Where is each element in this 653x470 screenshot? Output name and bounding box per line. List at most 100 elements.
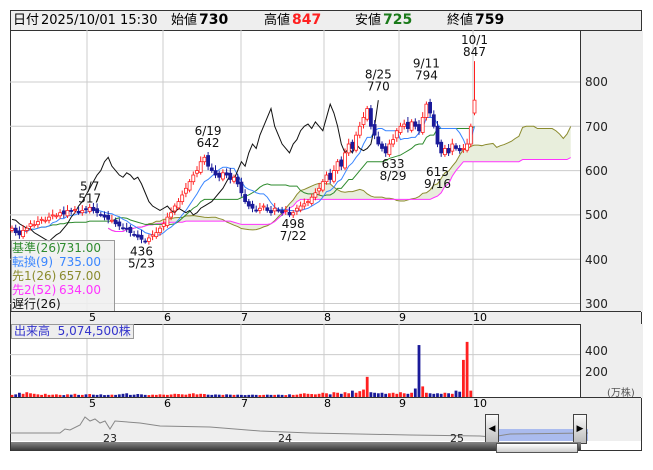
candle-body (202, 156, 207, 163)
volume-tick: 400 (585, 344, 608, 358)
candle-body (58, 212, 62, 217)
candle-body (391, 139, 396, 145)
candle-body (54, 215, 59, 218)
candle-body (287, 211, 292, 216)
candle-body (235, 176, 240, 185)
candle-body (87, 206, 92, 212)
navigator-left-handle[interactable]: ◀ (485, 414, 499, 444)
candle-body (424, 103, 429, 118)
candle-body (47, 216, 51, 221)
candle-body (121, 227, 125, 230)
candle-body (17, 230, 22, 236)
candle-body (91, 206, 96, 211)
candle-body (69, 210, 74, 212)
candle-body (450, 143, 455, 152)
legend-senkou2: 先2(52) 634.00 (12, 283, 101, 297)
candle-body (139, 234, 144, 240)
candle-body (187, 181, 192, 191)
candle-body (339, 159, 344, 167)
navigator-right-handle[interactable]: ▶ (573, 414, 587, 444)
candle-body (73, 209, 77, 211)
legend-kijun: 基準(26) 731.00 (12, 241, 101, 255)
candle-body (461, 148, 466, 150)
volume-bar (365, 376, 369, 397)
candle-body (232, 176, 236, 182)
candle-body (365, 108, 370, 120)
candle-body (269, 210, 273, 214)
candle-body (291, 212, 296, 216)
legend-tenkan: 転換(9) 735.00 (12, 255, 101, 269)
candle-body (306, 201, 310, 204)
candle-body (113, 219, 118, 225)
candle-body (398, 125, 403, 133)
price-tick: 500 (585, 208, 608, 222)
volume-bar (362, 389, 365, 397)
candle-body (102, 214, 107, 218)
candle-body (317, 187, 322, 192)
month-axis-main: 5 6 7 8 9 10 (11, 311, 641, 325)
candle-body (206, 155, 211, 167)
price-tick: 700 (585, 120, 608, 134)
candle-body (110, 219, 114, 222)
candle-body (228, 172, 233, 180)
candle-body (209, 167, 214, 172)
price-tick: 300 (585, 297, 608, 311)
candle-body (261, 205, 266, 208)
candle-body (309, 196, 314, 204)
candle-body (169, 212, 174, 218)
candle-body (180, 194, 185, 203)
candle-body (172, 205, 177, 212)
candle-body (343, 152, 347, 169)
candle-body (61, 210, 66, 215)
candle-body (35, 221, 40, 226)
candle-body (220, 172, 225, 180)
candle-body (176, 201, 181, 209)
candle-body (417, 124, 421, 132)
candle-body (128, 226, 133, 234)
annotation-label: 642 (197, 136, 220, 150)
volume-bar (462, 359, 465, 397)
price-tick: 600 (585, 164, 608, 178)
candle-body (191, 174, 196, 183)
price-tick: 800 (585, 75, 608, 89)
candle-body (409, 121, 414, 131)
candle-body (106, 214, 111, 220)
candle-body (280, 210, 285, 214)
candle-body (302, 203, 307, 207)
low-label: 安値 (355, 13, 382, 28)
candle-body (324, 174, 329, 183)
candle-body (283, 210, 288, 212)
date-value: 2025/10/01 15:30 (41, 13, 158, 28)
candle-body (135, 234, 140, 238)
legend-senkou1: 先1(26) 657.00 (12, 269, 101, 283)
candle-body (239, 181, 244, 194)
candle-body (132, 233, 136, 236)
candle-body (246, 201, 251, 207)
legend-chikou: 遅行(26) (12, 297, 61, 311)
annotation-label: 8/29 (380, 169, 407, 183)
candle-body (454, 145, 458, 149)
candle-body (32, 224, 37, 227)
scrollbar-thumb[interactable] (496, 443, 578, 453)
candle-body (124, 227, 129, 230)
candle-body (394, 130, 399, 139)
candle-body (195, 170, 199, 174)
candle-body (413, 121, 418, 127)
candle-body (361, 117, 366, 125)
annotation-label: 5/23 (128, 256, 155, 270)
candle-body (21, 230, 26, 238)
ichimoku-cloud (108, 126, 571, 232)
candle-body (376, 136, 381, 145)
candle-body (294, 207, 299, 212)
close-label: 終値 (447, 13, 474, 28)
high-label: 高値 (264, 13, 291, 28)
volume-bar (413, 388, 417, 397)
open-value: 730 (199, 12, 229, 28)
candle-body (10, 227, 14, 231)
low-value: 725 (383, 12, 413, 28)
candle-body (457, 148, 462, 152)
candle-body (420, 117, 425, 133)
candle-body (428, 101, 433, 114)
volume-bar (417, 345, 421, 397)
candle-body (39, 218, 44, 221)
